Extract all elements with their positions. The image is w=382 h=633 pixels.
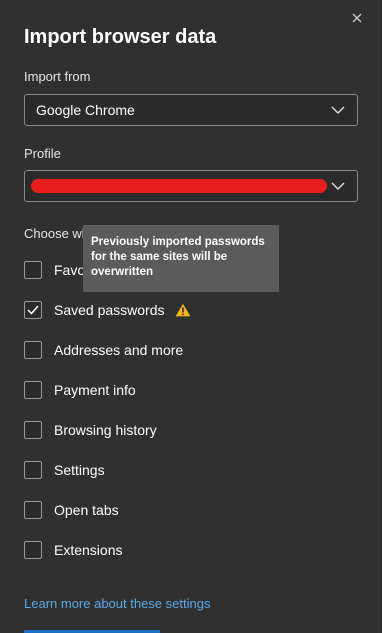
option-label: Payment info (54, 382, 136, 398)
option-label: Saved passwords (54, 302, 165, 318)
saved-passwords-checkbox[interactable] (24, 301, 42, 319)
option-label: Open tabs (54, 502, 119, 518)
option-label: Settings (54, 462, 105, 478)
import-browser-data-dialog: Import browser data Import from Google C… (0, 0, 380, 633)
option-settings[interactable]: Settings (24, 459, 105, 481)
settings-checkbox[interactable] (24, 461, 42, 479)
dialog-title: Import browser data (24, 26, 217, 48)
profile-select[interactable] (24, 170, 358, 202)
browsing-history-checkbox[interactable] (24, 421, 42, 439)
profile-label: Profile (24, 146, 61, 161)
option-label: Favo (54, 262, 86, 278)
option-extensions[interactable]: Extensions (24, 539, 122, 561)
option-saved-passwords[interactable]: Saved passwords (24, 299, 191, 321)
learn-more-link[interactable]: Learn more about these settings (24, 596, 210, 611)
option-favorites[interactable]: Favo (24, 259, 85, 281)
option-label: Addresses and more (54, 342, 184, 358)
option-label: Extensions (54, 542, 123, 558)
passwords-warning-tooltip: Previously imported passwords for the sa… (83, 225, 279, 292)
option-browsing-history[interactable]: Browsing history (24, 419, 157, 441)
import-from-value: Google Chrome (36, 102, 135, 118)
payment-info-checkbox[interactable] (24, 381, 42, 399)
option-label: Browsing history (54, 422, 157, 438)
option-payment-info[interactable]: Payment info (24, 379, 136, 401)
extensions-checkbox[interactable] (24, 541, 42, 559)
warning-icon[interactable] (175, 303, 191, 317)
checkmark-icon (27, 305, 39, 315)
profile-value-redacted (31, 179, 327, 193)
choose-what-to-import-label: Choose wh (24, 226, 90, 241)
open-tabs-checkbox[interactable] (24, 501, 42, 519)
favorites-checkbox[interactable] (24, 261, 42, 279)
addresses-checkbox[interactable] (24, 341, 42, 359)
chevron-down-icon (331, 182, 345, 190)
chevron-down-icon (331, 106, 345, 114)
close-icon (352, 13, 362, 23)
close-button[interactable] (349, 10, 365, 26)
import-from-label: Import from (24, 69, 91, 84)
option-addresses[interactable]: Addresses and more (24, 339, 183, 361)
option-open-tabs[interactable]: Open tabs (24, 499, 119, 521)
import-from-select[interactable]: Google Chrome (24, 94, 358, 126)
